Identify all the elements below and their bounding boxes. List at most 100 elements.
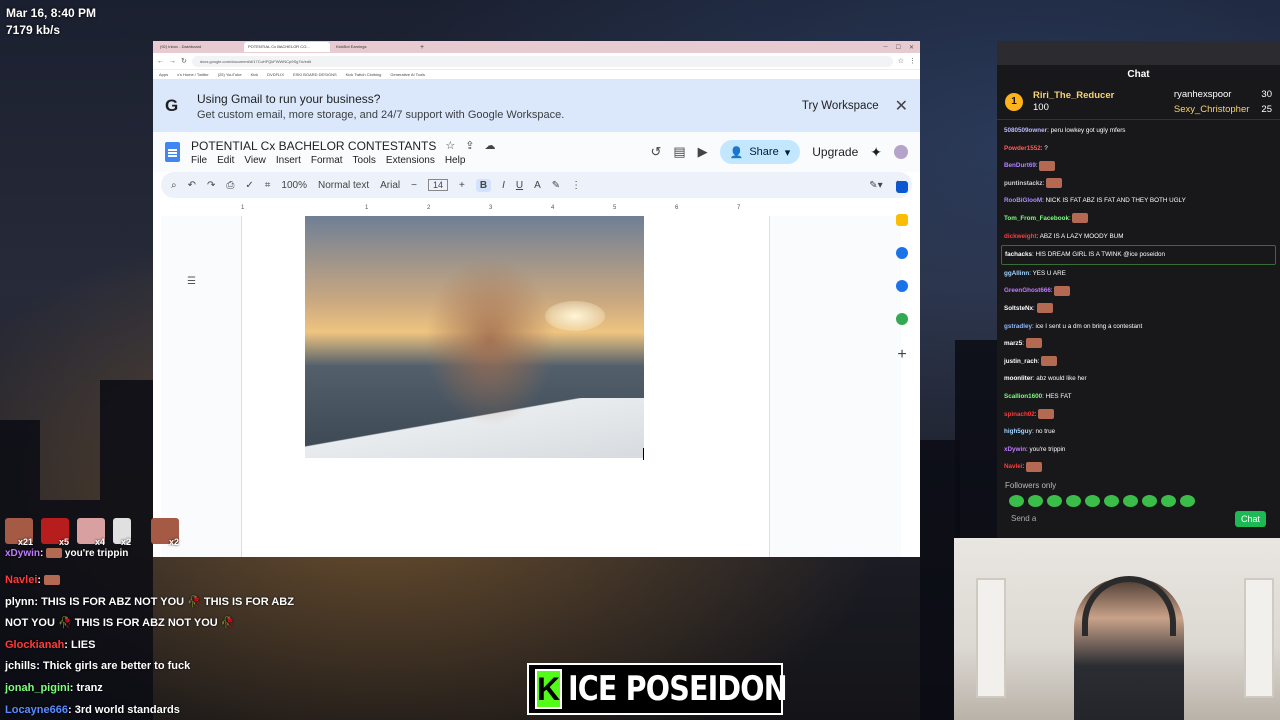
menu-format[interactable]: Format [311,155,343,166]
bookmark-item[interactable]: (25) YouTube [218,72,242,77]
chat-username[interactable]: Tom_From_Facebook [1004,215,1069,222]
send-input[interactable]: Send a [1011,514,1036,523]
leader-name[interactable]: Riri_The_Reducer [1033,90,1114,102]
chat-username[interactable]: SoltsteNx [1004,305,1033,312]
menu-file[interactable]: File [191,155,207,166]
chat-username[interactable]: high5guy [1004,428,1032,435]
text-color-icon[interactable]: A [534,180,541,191]
contacts-icon[interactable] [896,280,908,292]
emote-icon[interactable] [1180,494,1195,507]
chat-username[interactable]: BenDurt69 [1004,162,1036,169]
emote-icon[interactable] [1161,494,1176,507]
style-select[interactable]: Normal text [318,180,369,191]
upgrade-button[interactable]: Upgrade [812,145,858,159]
chat-username[interactable]: dickweight [1004,233,1037,240]
bookmark-item[interactable]: DVDFLIX [267,72,284,77]
chevron-down-icon[interactable]: ▾ [785,146,791,159]
doc-image[interactable] [305,216,644,458]
outline-icon[interactable]: ☰ [187,276,196,287]
comments-icon[interactable]: ▤ [673,144,685,160]
bookmark-item[interactable]: Kick [251,72,259,77]
redo-icon[interactable]: ↷ [207,180,215,191]
leader-2-name[interactable]: ryanhexspoor [1174,87,1232,102]
undo-icon[interactable]: ↶ [188,180,196,191]
font-size-input[interactable]: 14 [427,179,448,191]
bookmark-star-icon[interactable]: ☆ [898,57,904,65]
extensions-icon[interactable]: ⋮ [909,57,916,65]
window-close-icon[interactable]: ✕ [909,44,914,51]
chat-username[interactable]: GreenGhost666 [1004,287,1051,294]
tab-doc[interactable]: POTENTIAL Cx BACHELOR CO... [244,42,330,52]
tab-kickbot[interactable]: KickBot Earnings [332,42,418,52]
share-button[interactable]: 👤 Share ▾ [719,140,801,164]
chat-username[interactable]: justin_rach [1004,358,1038,365]
chat-username[interactable]: xDywin [1004,446,1026,453]
zoom-select[interactable]: 100% [281,180,307,191]
bookmark-item[interactable]: Kick Twitch Clothing [346,72,382,77]
maximize-icon[interactable]: ☐ [896,44,901,51]
bookmark-item[interactable]: ESKI BOARD DESIGNS [293,72,337,77]
star-icon[interactable]: ☆ [445,139,455,152]
try-workspace-button[interactable]: Try Workspace [802,100,879,112]
close-icon[interactable]: ✕ [895,96,908,116]
chat-username[interactable]: fachacks [1005,251,1032,258]
editing-mode-icon[interactable]: ✎▾ [869,180,882,191]
add-addon-icon[interactable]: + [897,346,906,364]
emote-icon[interactable] [1085,494,1100,507]
cloud-status-icon[interactable]: ☁ [484,139,495,152]
avatar[interactable] [894,145,908,159]
font-size-increase-icon[interactable]: + [459,180,465,191]
meet-icon[interactable]: ▶ [698,144,708,160]
font-select[interactable]: Arial [380,180,400,191]
emote-icon[interactable] [1142,494,1157,507]
keep-icon[interactable] [896,214,908,226]
reload-icon[interactable]: ↻ [181,57,187,65]
paint-format-icon[interactable]: ⌗ [265,180,271,191]
docs-logo-icon[interactable] [165,142,180,162]
minimize-icon[interactable]: ─ [883,44,887,51]
address-bar[interactable]: docs.google.com/document/d/17CuHFQkFWWNC… [191,55,893,67]
bookmark-item[interactable]: x's Home / Twitter [177,72,209,77]
print-icon[interactable]: ⎙ [226,180,234,191]
doc-title[interactable]: POTENTIAL Cx BACHELOR CONTESTANTS [191,139,436,153]
tab-inbox[interactable]: (92) Inbox - Dashboard [156,42,242,52]
chat-username[interactable]: RooBiGlooM [1004,197,1042,204]
highlight-icon[interactable]: ✎ [552,180,560,191]
chat-username[interactable]: spinach02 [1004,411,1035,418]
bookmark-item[interactable]: Generative AI Tools [390,72,425,77]
chat-username[interactable]: puntinstackz [1004,180,1043,187]
chat-username[interactable]: marz5 [1004,340,1022,347]
search-icon[interactable]: ⌕ [171,180,177,191]
italic-icon[interactable]: I [502,180,505,191]
menu-edit[interactable]: Edit [217,155,234,166]
move-folder-icon[interactable]: ⇪ [465,139,474,152]
maps-icon[interactable] [896,313,908,325]
chat-username[interactable]: Navlei [1004,463,1023,470]
bold-icon[interactable]: B [475,178,492,192]
forward-icon[interactable]: → [169,58,176,65]
chat-username[interactable]: moonliter [1004,375,1033,382]
spellcheck-icon[interactable]: ✓ [245,180,253,191]
tasks-icon[interactable] [896,247,908,259]
back-icon[interactable]: ← [157,58,164,65]
bookmark-item[interactable]: Apps [159,72,168,77]
menu-insert[interactable]: Insert [276,155,301,166]
doc-page[interactable] [241,216,770,557]
menu-extensions[interactable]: Extensions [386,155,435,166]
chat-username[interactable]: Scallion1600 [1004,393,1042,400]
underline-icon[interactable]: U [516,180,523,191]
emote-icon[interactable] [1028,494,1043,507]
emote-icon[interactable] [1066,494,1081,507]
menu-help[interactable]: Help [445,155,466,166]
more-icon[interactable]: ⋮ [571,180,581,191]
leader-3-name[interactable]: Sexy_Christopher [1174,102,1250,117]
calendar-icon[interactable] [896,181,908,193]
menu-tools[interactable]: Tools [353,155,376,166]
menu-view[interactable]: View [244,155,266,166]
new-tab-icon[interactable]: + [420,44,424,51]
history-icon[interactable]: ↺ [650,144,661,160]
font-size-decrease-icon[interactable]: − [411,180,417,191]
chat-username[interactable]: 5080509owner [1004,127,1047,134]
chat-username[interactable]: Powder1552 [1004,145,1041,152]
gemini-icon[interactable]: ✦ [870,144,882,161]
